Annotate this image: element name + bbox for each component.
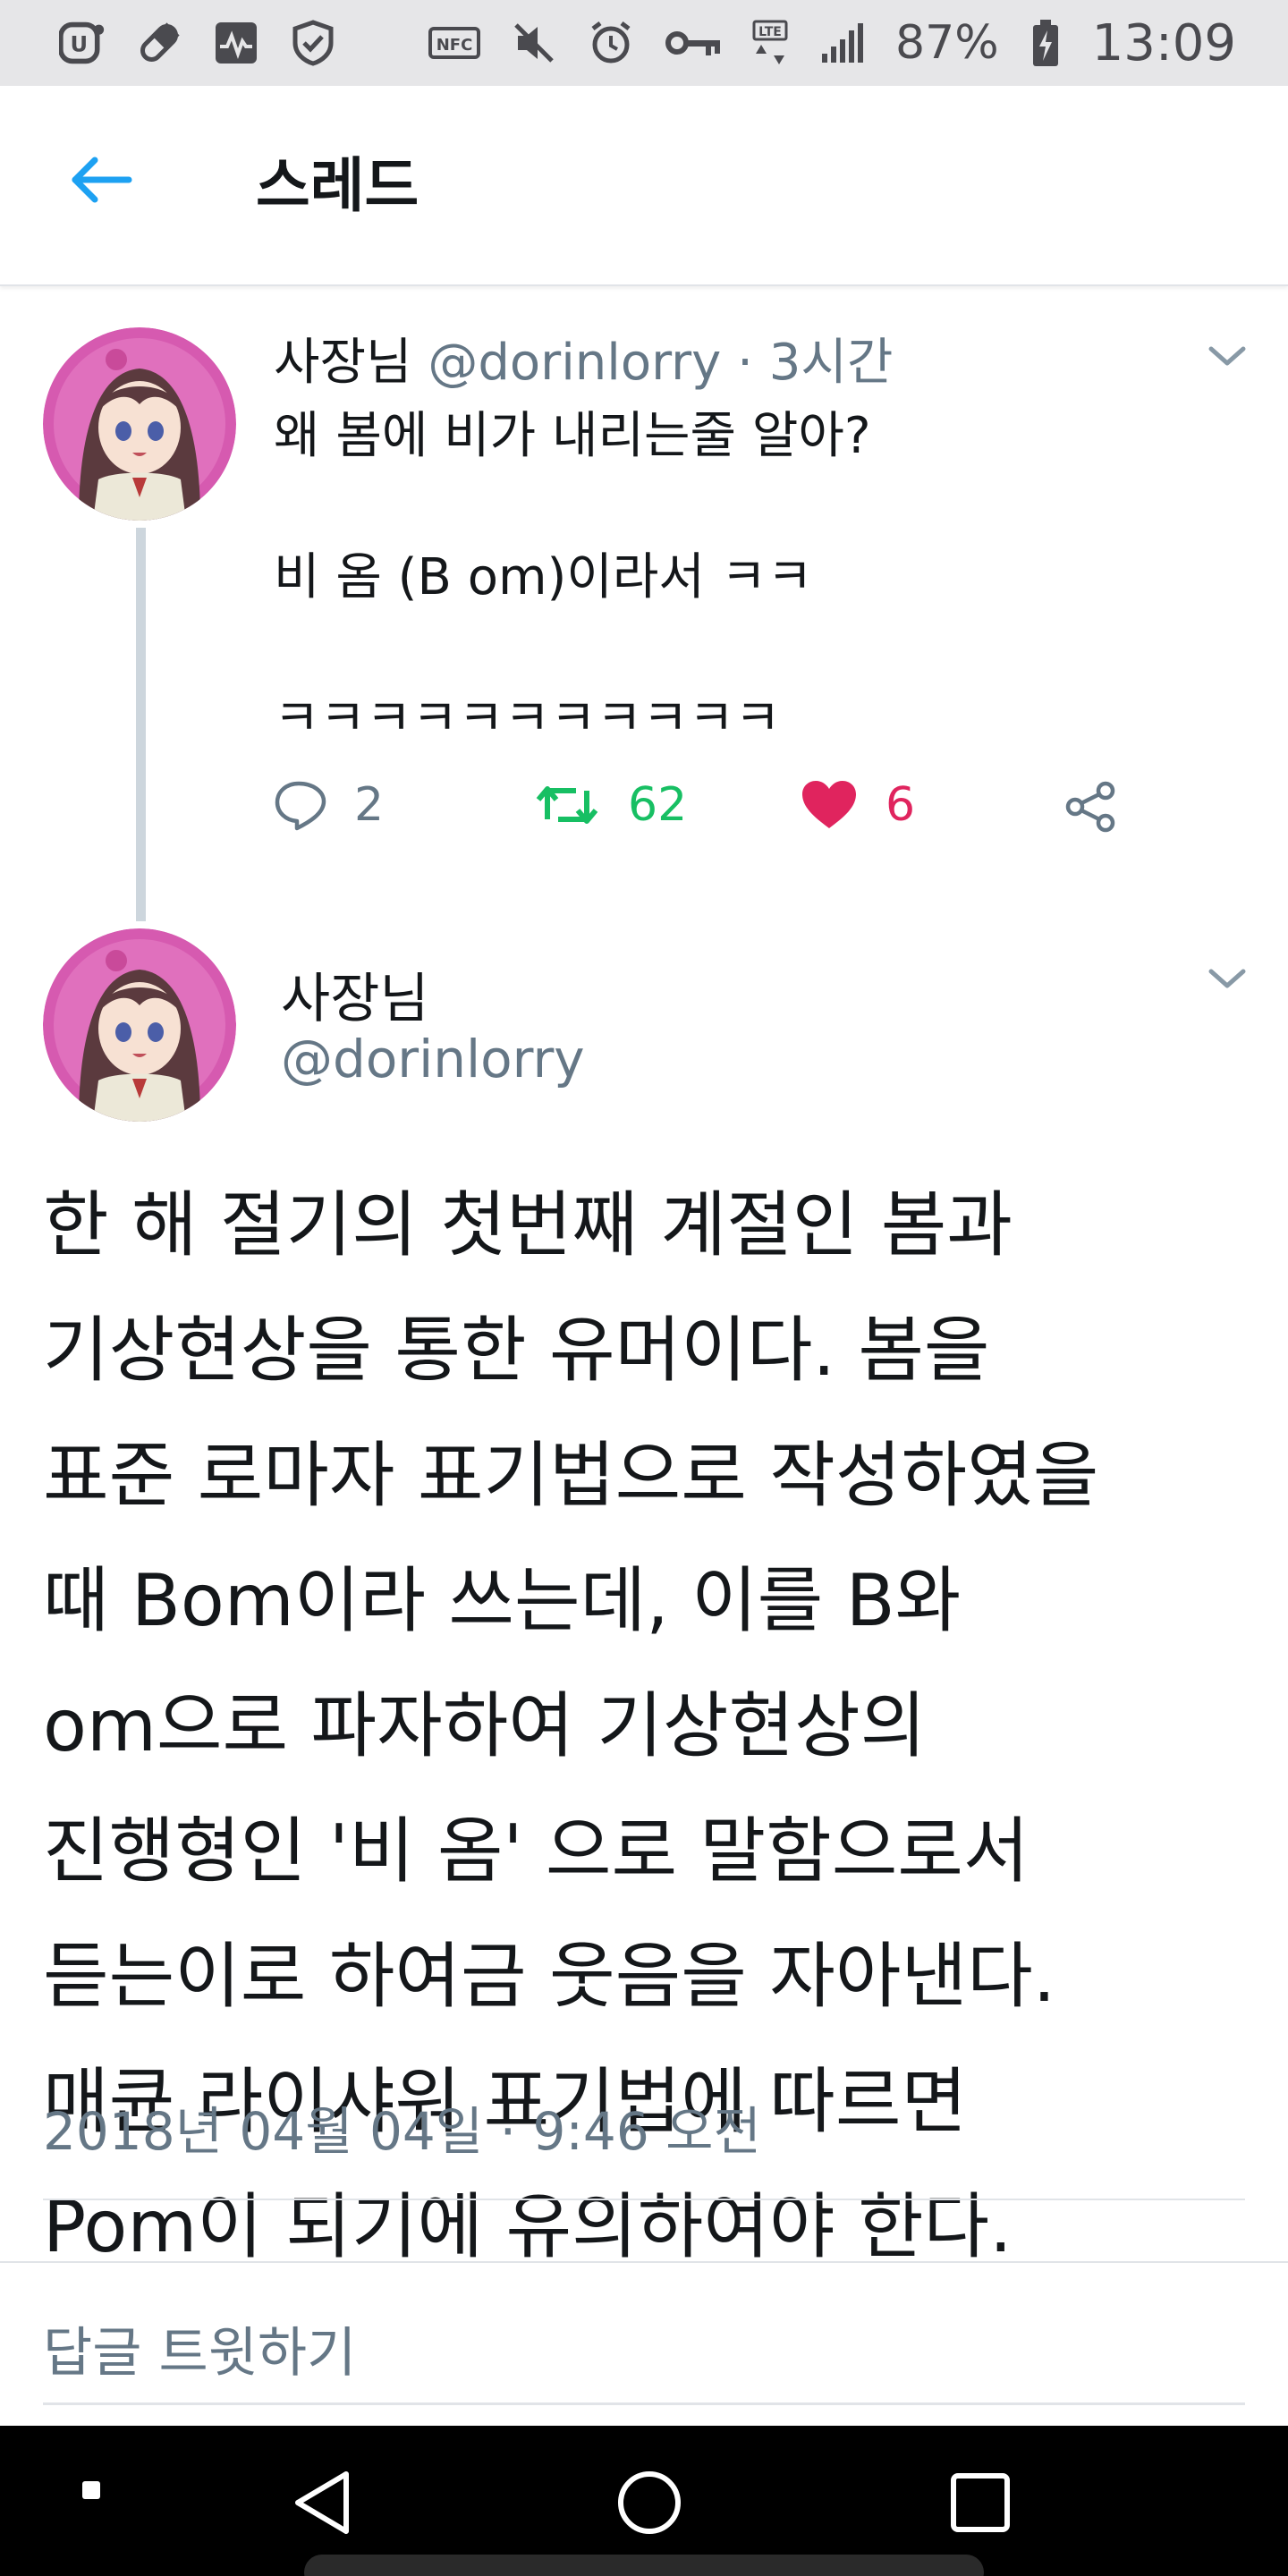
retweet-count: 62 (628, 778, 688, 832)
chevron-down-icon (1208, 969, 1246, 988)
reply-count: 2 (354, 778, 385, 832)
u-plus-icon: U (59, 20, 106, 66)
system-overview-button[interactable] (936, 2458, 1025, 2547)
arrow-left-icon (72, 157, 132, 203)
mute-icon (511, 20, 557, 66)
anime-girl-avatar-icon (43, 928, 236, 1122)
status-right-icons: NFC LTE 87% 13:09 (428, 14, 1236, 72)
overview-square-icon (951, 2473, 1010, 2532)
tweet-1-text-line: ㅋㅋㅋㅋㅋㅋㅋㅋㅋㅋㅋ (274, 690, 781, 748)
like-button[interactable]: 6 (800, 778, 915, 832)
like-count: 6 (886, 778, 916, 832)
tweet-2-body-line: 진행형인 '비 옴' 으로 말함으로서 (43, 1809, 1030, 1893)
recent-dot-icon (82, 2481, 100, 2499)
reply-bubble-icon (275, 781, 326, 831)
navigation-bar (0, 2426, 1288, 2576)
tweet-2-timestamp: 2018년 04월 04일 · 9:46 오전 (43, 2101, 761, 2162)
status-left-icons: U (59, 20, 336, 66)
tweet-2-author-handle[interactable]: @dorinlorry (281, 1029, 585, 1089)
chevron-down-icon (1208, 346, 1246, 366)
signal-icon (818, 20, 865, 66)
divider (43, 2199, 1245, 2200)
recent-apps-button[interactable] (72, 2470, 111, 2510)
battery-charging-icon (1030, 20, 1062, 66)
nfc-label: NFC (436, 36, 473, 55)
tweet-2-author-name[interactable]: 사장님 (281, 955, 429, 1033)
tweet-1-text-line: 왜 봄에 비가 내리는줄 알아? (274, 407, 871, 465)
avatar[interactable] (43, 327, 236, 521)
system-back-button[interactable] (277, 2458, 367, 2547)
back-triangle-icon (295, 2471, 349, 2534)
reply-composer-bar[interactable]: 답글 트윗하기 (0, 2261, 1288, 2424)
battery-percent: 87% (895, 16, 999, 70)
share-icon (1065, 781, 1115, 833)
reply-input-underline (43, 2402, 1245, 2405)
tweet-2-body-line: 한 해 절기의 첫번째 계절인 봄과 (43, 1183, 1013, 1267)
reply-button[interactable]: 2 (274, 778, 384, 832)
tweet-1-separator: · (737, 334, 753, 392)
tweet-1-author-name[interactable]: 사장님 (274, 334, 412, 392)
retweet-button[interactable]: 62 (533, 778, 687, 832)
tweet-1-time-ago: 3시간 (768, 334, 894, 392)
activity-icon (213, 20, 259, 66)
clock: 13:09 (1091, 13, 1236, 72)
svg-text:U: U (70, 31, 88, 56)
reply-input[interactable]: 답글 트윗하기 (43, 2309, 356, 2387)
thread-header: 스레드 (0, 86, 1288, 286)
lte-icon: LTE (752, 20, 788, 66)
system-home-button[interactable] (605, 2458, 694, 2547)
page-title: 스레드 (256, 151, 419, 220)
home-circle-icon (618, 2471, 681, 2534)
tweet-2-body-line: 때 Bom이라 쓰는데, 이를 B와 (43, 1559, 962, 1642)
tweet-2-body-line: om으로 파자하여 기상현상의 (43, 1684, 927, 1767)
alarm-icon (588, 20, 634, 66)
retweet-icon (536, 786, 598, 824)
tweet-1-menu-button[interactable] (1202, 338, 1252, 374)
tweet-2-body-line: 듣는이로 하여금 웃음을 자아낸다. (43, 1935, 1056, 2018)
key-icon (665, 20, 722, 66)
anime-girl-avatar-icon (43, 327, 236, 521)
heart-icon (802, 781, 856, 828)
shield-icon (290, 20, 336, 66)
tweet-2-menu-button[interactable] (1202, 961, 1252, 996)
tweet-2-body-line: 표준 로마자 표기법으로 작성하였을 (43, 1434, 1099, 1517)
tweet-1-author-handle[interactable]: @dorinlorry (428, 334, 721, 392)
back-button[interactable] (64, 148, 136, 211)
lte-label: LTE (758, 25, 782, 39)
stats-row-partial (43, 2209, 1245, 2263)
gesture-handle (304, 2555, 984, 2576)
share-button[interactable] (1063, 778, 1120, 835)
thread-connector-line (136, 528, 146, 921)
tweet-1-text-line: 비 옴 (B om)이라서 ㅋㅋ (274, 548, 813, 606)
tweet-1-meta: 사장님 @dorinlorry · 3시간 (274, 322, 893, 394)
status-bar: U NFC LTE 87% 13:09 (0, 0, 1288, 86)
pill-icon (136, 20, 182, 66)
avatar[interactable] (43, 928, 236, 1122)
nfc-icon: NFC (428, 20, 481, 66)
tweet-2-body-line: 기상현상을 통한 유머이다. 봄을 (43, 1309, 990, 1392)
